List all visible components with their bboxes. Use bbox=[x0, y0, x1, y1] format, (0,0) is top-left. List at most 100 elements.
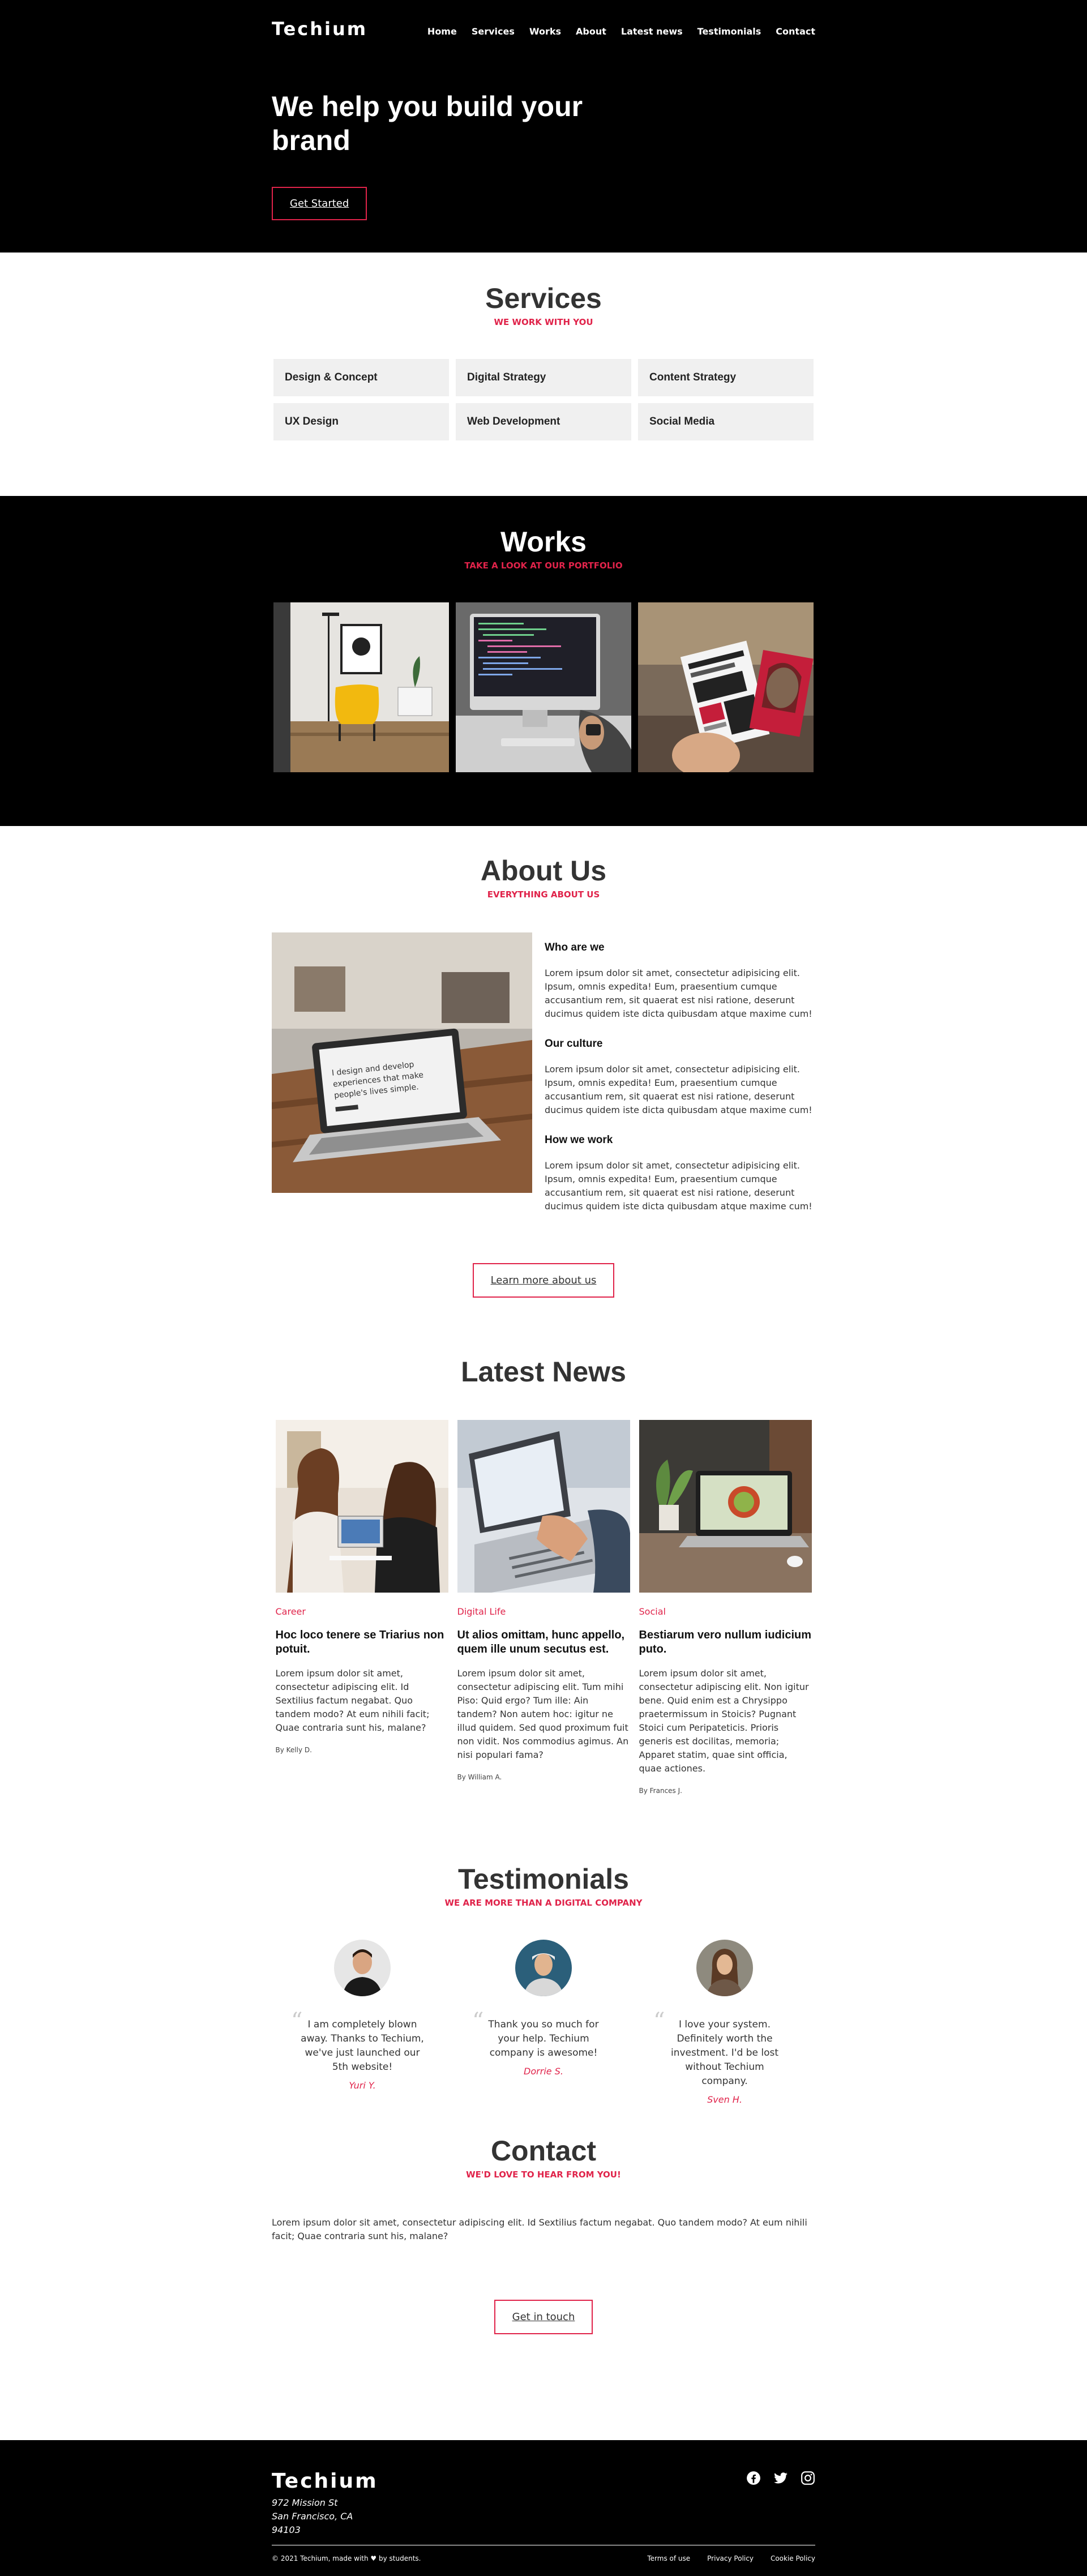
about-paragraph: Lorem ipsum dolor sit amet, consectetur … bbox=[545, 1160, 812, 1212]
works-subtitle: TAKE A LOOK AT OUR PORTFOLIO bbox=[464, 560, 623, 571]
news-author: By Kelly D. bbox=[275, 1746, 312, 1754]
about-paragraph: Lorem ipsum dolor sit amet, consectetur … bbox=[545, 1064, 812, 1115]
news-excerpt: Lorem ipsum dolor sit amet, consectetur … bbox=[275, 1668, 430, 1733]
footer-links: Terms of use Privacy Policy Cookie Polic… bbox=[647, 2554, 815, 2562]
avatar bbox=[515, 1940, 572, 1996]
get-started-button[interactable]: Get Started bbox=[272, 187, 367, 220]
about-laptop-image: I design and develop experiences that ma… bbox=[272, 932, 532, 1193]
testimonials-grid: “ I am completely blown away. Thanks to … bbox=[0, 1940, 1087, 2105]
news-headline[interactable]: Hoc loco tenere se Triarius non potuit. bbox=[276, 1628, 448, 1657]
service-card[interactable]: Content Strategy bbox=[638, 359, 814, 396]
nav-contact[interactable]: Contact bbox=[776, 26, 815, 37]
news-image-typing[interactable] bbox=[457, 1420, 630, 1593]
news-grid: Career Hoc loco tenere se Triarius non p… bbox=[0, 1420, 1087, 1795]
get-in-touch-button[interactable]: Get in touch bbox=[494, 2300, 593, 2334]
news-category[interactable]: Social bbox=[639, 1606, 812, 1617]
portfolio-image-magazine[interactable] bbox=[638, 602, 814, 772]
about-subtitle: EVERYTHING ABOUT US bbox=[487, 889, 600, 900]
testimonial-quote: “ I am completely blown away. Thanks to … bbox=[291, 2008, 424, 2073]
service-card[interactable]: Design & Concept bbox=[273, 359, 449, 396]
contact-title: Contact bbox=[490, 2135, 597, 2167]
facebook-icon[interactable] bbox=[746, 2471, 761, 2485]
service-card[interactable]: Digital Strategy bbox=[456, 359, 631, 396]
testimonials-subtitle: WE ARE MORE THAN A DIGITAL COMPANY bbox=[444, 1898, 643, 1908]
footer-link-terms[interactable]: Terms of use bbox=[647, 2554, 690, 2562]
about-section: About Us EVERYTHING ABOUT US I design an… bbox=[0, 826, 1087, 1298]
services-section: Services WE WORK WITH YOU Design & Conce… bbox=[0, 253, 1087, 496]
news-image-laptop-plant[interactable] bbox=[639, 1420, 812, 1593]
news-headline[interactable]: Bestiarum vero nullum iudicium puto. bbox=[639, 1628, 812, 1657]
service-card[interactable]: UX Design bbox=[273, 403, 449, 440]
brand-logo[interactable]: Techium bbox=[272, 18, 367, 40]
nav-about[interactable]: About bbox=[576, 26, 606, 37]
news-excerpt: Lorem ipsum dolor sit amet, consectetur … bbox=[639, 1668, 809, 1774]
nav-testimonials[interactable]: Testimonials bbox=[697, 26, 761, 37]
services-grid: Design & Concept Digital Strategy Conten… bbox=[0, 359, 1087, 440]
news-category[interactable]: Digital Life bbox=[457, 1606, 630, 1617]
nav-services[interactable]: Services bbox=[472, 26, 515, 37]
testimonial-quote: “ I love your system. Definitely worth t… bbox=[653, 2008, 778, 2087]
portfolio-image-imac[interactable] bbox=[456, 602, 631, 772]
testimonial-author: Sven H. bbox=[707, 2094, 742, 2105]
portfolio-image-yellow-chair[interactable] bbox=[273, 602, 449, 772]
services-subtitle: WE WORK WITH YOU bbox=[494, 317, 593, 327]
about-paragraph: Lorem ipsum dolor sit amet, consectetur … bbox=[545, 968, 812, 1019]
contact-subtitle: WE'D LOVE TO HEAR FROM YOU! bbox=[466, 2170, 621, 2180]
testimonial-card: “ Thank you so much for your help. Techi… bbox=[464, 1940, 623, 2105]
about-heading-who: Who are we bbox=[545, 942, 605, 953]
footer-link-privacy[interactable]: Privacy Policy bbox=[707, 2554, 754, 2562]
works-section: Works TAKE A LOOK AT OUR PORTFOLIO bbox=[0, 496, 1087, 826]
learn-more-button[interactable]: Learn more about us bbox=[472, 1263, 615, 1298]
quote-icon: “ bbox=[472, 2008, 484, 2034]
footer-address: 972 Mission St San Francisco, CA 94103 bbox=[272, 2497, 353, 2535]
about-body: I design and develop experiences that ma… bbox=[272, 932, 815, 1230]
copyright: © 2021 Techium, made with ♥ by students. bbox=[272, 2554, 421, 2562]
nav-latest-news[interactable]: Latest news bbox=[621, 26, 683, 37]
news-section: Latest News Career Hoc loco tenere se Tr… bbox=[0, 1298, 1087, 1795]
footer-logo[interactable]: Techium bbox=[272, 2470, 378, 2493]
news-card[interactable]: Social Bestiarum vero nullum iudicium pu… bbox=[639, 1420, 812, 1795]
nav-menu: Home Services Works About Latest news Te… bbox=[427, 26, 815, 37]
about-heading-how: How we work bbox=[545, 1134, 613, 1146]
news-image-women-laptop[interactable] bbox=[275, 1420, 448, 1593]
news-author: By William A. bbox=[457, 1773, 502, 1781]
news-title: Latest News bbox=[461, 1356, 626, 1388]
about-heading-culture: Our culture bbox=[545, 1038, 603, 1050]
avatar bbox=[334, 1940, 391, 1996]
works-title: Works bbox=[500, 526, 587, 558]
works-gallery bbox=[0, 602, 1087, 772]
news-card[interactable]: Digital Life Ut alios omittam, hunc appe… bbox=[457, 1420, 630, 1795]
news-card[interactable]: Career Hoc loco tenere se Triarius non p… bbox=[275, 1420, 448, 1795]
contact-text: Lorem ipsum dolor sit amet, consectetur … bbox=[272, 2217, 807, 2241]
about-text: Who are we Lorem ipsum dolor sit amet, c… bbox=[545, 932, 815, 1230]
service-card[interactable]: Social Media bbox=[638, 403, 814, 440]
footer: Techium 972 Mission St San Francisco, CA… bbox=[0, 2440, 1087, 2576]
about-title: About Us bbox=[480, 855, 607, 887]
contact-section: Contact WE'D LOVE TO HEAR FROM YOU! Lore… bbox=[0, 2112, 1087, 2440]
testimonial-author: Yuri Y. bbox=[349, 2080, 376, 2091]
social-links bbox=[746, 2471, 815, 2537]
testimonials-section: Testimonials WE ARE MORE THAN A DIGITAL … bbox=[0, 1795, 1087, 2112]
testimonial-card: “ I love your system. Definitely worth t… bbox=[645, 1940, 804, 2105]
nav-home[interactable]: Home bbox=[427, 26, 457, 37]
testimonial-author: Dorrie S. bbox=[524, 2066, 563, 2077]
news-category[interactable]: Career bbox=[276, 1606, 448, 1617]
hero-title: We help you build your brand bbox=[272, 91, 583, 156]
testimonial-card: “ I am completely blown away. Thanks to … bbox=[283, 1940, 442, 2105]
services-title: Services bbox=[485, 283, 602, 314]
quote-icon: “ bbox=[291, 2008, 303, 2034]
news-excerpt: Lorem ipsum dolor sit amet, consectetur … bbox=[457, 1668, 629, 1760]
news-author: By Frances J. bbox=[639, 1787, 682, 1795]
testimonial-quote: “ Thank you so much for your help. Techi… bbox=[472, 2008, 599, 2059]
nav-works[interactable]: Works bbox=[529, 26, 561, 37]
twitter-icon[interactable] bbox=[773, 2471, 788, 2485]
instagram-icon[interactable] bbox=[801, 2471, 815, 2485]
avatar bbox=[696, 1940, 753, 1996]
hero-section: Techium Home Services Works About Latest… bbox=[0, 0, 1087, 253]
testimonials-title: Testimonials bbox=[458, 1863, 629, 1895]
quote-icon: “ bbox=[653, 2008, 665, 2034]
service-card[interactable]: Web Development bbox=[456, 403, 631, 440]
footer-link-cookie[interactable]: Cookie Policy bbox=[771, 2554, 815, 2562]
news-headline[interactable]: Ut alios omittam, hunc appello, quem ill… bbox=[457, 1628, 630, 1657]
top-nav: Techium Home Services Works About Latest… bbox=[272, 0, 815, 40]
